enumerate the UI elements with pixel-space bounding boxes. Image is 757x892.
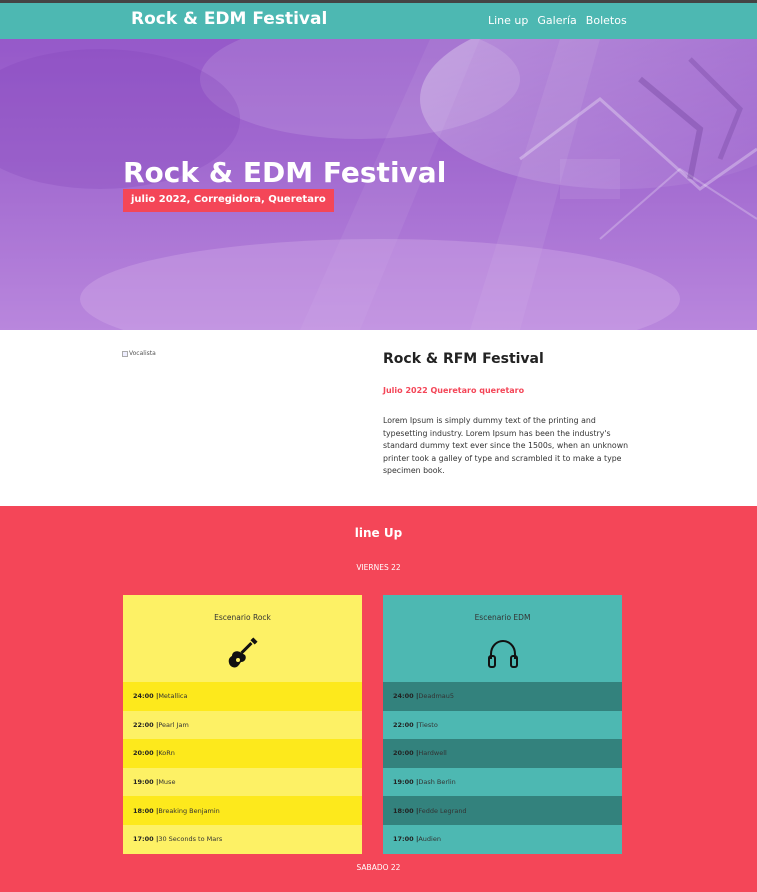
schedule-row: 18:00 | Breaking Benjamin — [123, 796, 362, 825]
stage-card-rock: Escenario Rock 24:00 | Metallica 22:00 |… — [123, 595, 362, 854]
stage-name: Escenario EDM — [474, 613, 531, 622]
about-title: Rock & RFM Festival — [383, 351, 544, 367]
broken-image-icon — [122, 350, 128, 357]
nav-links: Line up Galería Boletos — [488, 14, 627, 27]
about-description: Lorem Ipsum is simply dummy text of the … — [383, 416, 629, 476]
lineup-title: line Up — [354, 526, 403, 540]
schedule-row: 22:00 | Pearl Jam — [123, 710, 362, 740]
vocalist-image: Vocalista — [122, 350, 156, 357]
schedule-row: 20:00 | Ko Rn — [123, 739, 362, 768]
headphones-icon — [488, 639, 518, 668]
schedule-row: 19:00 | Muse — [123, 767, 362, 797]
vocalist-image-alt: Vocalista — [129, 350, 156, 357]
hero-title: Rock & EDM Festival — [123, 156, 447, 189]
nav-link-boletos[interactable]: Boletos — [586, 14, 627, 27]
schedule-list: 24:00 | Metallica 22:00 | Pearl Jam 20:0… — [123, 682, 362, 854]
stage-name: Escenario Rock — [214, 613, 271, 622]
nav-link-lineup[interactable]: Line up — [488, 14, 528, 27]
hero-banner: Rock & EDM Festival julio 2022, Corregid… — [0, 39, 757, 330]
hero-subtitle-badge: julio 2022, Corregidora, Queretaro — [123, 189, 334, 212]
navbar: Rock & EDM Festival Line up Galería Bole… — [0, 3, 757, 39]
day-label-saturday: SABADO 22 — [356, 863, 401, 872]
lineup-section: line Up VIERNES 22 Escenario Rock 24:00 … — [0, 506, 757, 892]
schedule-row: 22:00 | Tiesto — [383, 710, 622, 740]
about-date: Julio 2022 Queretaro queretaro — [383, 386, 525, 395]
nav-link-galeria[interactable]: Galería — [537, 14, 576, 27]
schedule-row: 19:00 | Dash Berlin — [383, 767, 622, 797]
schedule-row: 20:00 | Hardwell — [383, 739, 622, 768]
schedule-row: 24:00 | Deadmau5 — [383, 682, 622, 711]
schedule-row: 17:00 | Audien — [383, 824, 622, 854]
about-section: Vocalista Rock & RFM Festival Julio 2022… — [0, 330, 757, 506]
brand-logo-text[interactable]: Rock & EDM Festival — [131, 9, 327, 29]
schedule-row: 17:00 | 30 Seconds to Mars — [123, 824, 362, 854]
stage-card-edm: Escenario EDM 24:00 | Deadmau5 22:00 | T… — [383, 595, 622, 854]
guitar-icon — [228, 637, 258, 668]
schedule-row: 24:00 | Metallica — [123, 682, 362, 711]
schedule-list: 24:00 | Deadmau5 22:00 | Tiesto 20:00 | … — [383, 682, 622, 854]
day-label-friday: VIERNES 22 — [356, 563, 401, 572]
schedule-row: 18:00 | Fedde Legrand — [383, 796, 622, 825]
